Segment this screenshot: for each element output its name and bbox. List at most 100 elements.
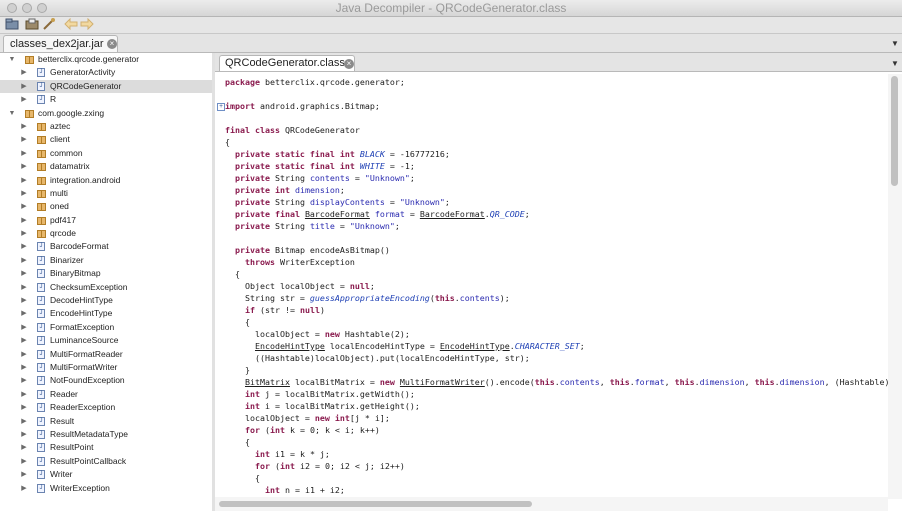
collapsed-arrow-icon[interactable]: ▶ (20, 361, 28, 374)
collapsed-arrow-icon[interactable]: ▶ (20, 66, 28, 79)
collapsed-arrow-icon[interactable]: ▶ (20, 254, 28, 267)
open-folder-icon[interactable] (25, 18, 39, 31)
collapsed-arrow-icon[interactable]: ▶ (20, 227, 28, 240)
collapsed-arrow-icon[interactable]: ▶ (20, 147, 28, 160)
collapsed-arrow-icon[interactable]: ▶ (20, 281, 28, 294)
collapsed-arrow-icon[interactable]: ▶ (20, 174, 28, 187)
tree-item[interactable]: ▶ J DecodeHintType (0, 294, 212, 307)
code-token: { (225, 317, 250, 327)
tree-item[interactable]: ▶ qrcode (0, 227, 212, 240)
tree-item[interactable]: ▶ J Reader (0, 388, 212, 401)
tree-item[interactable]: ▼ com.google.zxing (0, 107, 212, 120)
tree-item-label: MultiFormatWriter (50, 361, 118, 372)
tree-item[interactable]: ▶ J BinaryBitmap (0, 267, 212, 280)
collapsed-arrow-icon[interactable]: ▶ (20, 307, 28, 320)
collapsed-arrow-icon[interactable]: ▶ (20, 160, 28, 173)
tree-item[interactable]: ▶ pdf417 (0, 214, 212, 227)
tree-item[interactable]: ▶ J MultiFormatWriter (0, 361, 212, 374)
open-file-icon[interactable] (5, 18, 19, 31)
collapsed-arrow-icon[interactable]: ▶ (20, 482, 28, 495)
collapsed-arrow-icon[interactable]: ▶ (20, 388, 28, 401)
tree-item[interactable]: ▶ J FormatException (0, 321, 212, 334)
editor-tab[interactable]: QRCodeGenerator.class × (219, 55, 355, 71)
vertical-scrollbar[interactable] (888, 74, 902, 499)
tree-item[interactable]: ▶ J WriterException (0, 482, 212, 495)
collapsed-arrow-icon[interactable]: ▶ (20, 240, 28, 253)
horizontal-scroll-thumb[interactable] (219, 501, 532, 507)
code-token: private (235, 221, 270, 231)
code-token: Hashtable(2); (339, 329, 410, 339)
tree-item[interactable]: ▶ J Result (0, 415, 212, 428)
tree-item[interactable]: ▶ J EncodeHintType (0, 307, 212, 320)
code-token: { (225, 137, 230, 147)
collapsed-arrow-icon[interactable]: ▶ (20, 334, 28, 347)
collapsed-arrow-icon[interactable]: ▶ (20, 200, 28, 213)
collapsed-arrow-icon[interactable]: ▶ (20, 267, 28, 280)
chevron-down-icon[interactable]: ▼ (891, 39, 899, 48)
collapsed-arrow-icon[interactable]: ▶ (20, 468, 28, 481)
tree-item[interactable]: ▶ datamatrix (0, 160, 212, 173)
tree-item[interactable]: ▶ integration.android (0, 174, 212, 187)
tree-item[interactable]: ▶ J ChecksumException (0, 281, 212, 294)
collapsed-arrow-icon[interactable]: ▶ (20, 93, 28, 106)
close-icon[interactable]: × (344, 59, 354, 69)
collapsed-arrow-icon[interactable]: ▶ (20, 80, 28, 93)
tree-item[interactable]: ▶ J Binarizer (0, 254, 212, 267)
collapsed-arrow-icon[interactable]: ▶ (20, 120, 28, 133)
code-view[interactable]: package betterclix.qrcode.generator; + imp… (215, 74, 888, 496)
java-class-icon: J (37, 255, 45, 265)
java-class-icon: J (37, 68, 45, 78)
chevron-down-icon[interactable]: ▼ (891, 59, 899, 68)
tree-item[interactable]: ▶ J QRCodeGenerator (0, 79, 212, 94)
tree-item-label: aztec (50, 120, 71, 131)
tree-item[interactable]: ▶ J MultiFormatReader (0, 348, 212, 361)
code-token: format (634, 377, 665, 387)
tree-item[interactable]: ▶ J ResultPointCallback (0, 455, 212, 468)
code-token: String (269, 197, 310, 207)
tree-item[interactable]: ▶ J BarcodeFormat (0, 240, 212, 253)
tree-item[interactable]: ▶ oned (0, 200, 212, 213)
tree-item[interactable]: ▶ J ResultMetadataType (0, 428, 212, 441)
tree-item[interactable]: ▶ J ReaderException (0, 401, 212, 414)
expanded-arrow-icon[interactable]: ▼ (8, 107, 16, 120)
tree-item[interactable]: ▼ betterclix.qrcode.generator (0, 53, 212, 66)
collapsed-arrow-icon[interactable]: ▶ (20, 428, 28, 441)
collapsed-arrow-icon[interactable]: ▶ (20, 401, 28, 414)
vertical-scroll-thumb[interactable] (891, 76, 898, 186)
tree-item[interactable]: ▶ J LuminanceSource (0, 334, 212, 347)
horizontal-scrollbar[interactable] (215, 497, 888, 511)
tree-item[interactable]: ▶ aztec (0, 120, 212, 133)
code-token: ; (579, 341, 585, 351)
code-token: = (334, 221, 350, 231)
collapsed-arrow-icon[interactable]: ▶ (20, 133, 28, 146)
collapsed-arrow-icon[interactable]: ▶ (20, 374, 28, 387)
tree-item[interactable]: ▶ J GeneratorActivity (0, 66, 212, 79)
edit-icon[interactable] (42, 18, 56, 31)
file-tab[interactable]: classes_dex2jar.jar × (3, 35, 118, 52)
fold-expand-icon[interactable]: + (217, 103, 225, 111)
collapsed-arrow-icon[interactable]: ▶ (20, 455, 28, 468)
collapsed-arrow-icon[interactable]: ▶ (20, 214, 28, 227)
expanded-arrow-icon[interactable]: ▼ (8, 53, 16, 66)
code-token: new int (314, 413, 350, 423)
collapsed-arrow-icon[interactable]: ▶ (20, 415, 28, 428)
code-token: contents (309, 173, 350, 183)
tree-item[interactable]: ▶ J Writer (0, 468, 212, 481)
collapsed-arrow-icon[interactable]: ▶ (20, 348, 28, 361)
forward-arrow-icon[interactable] (80, 17, 94, 31)
collapsed-arrow-icon[interactable]: ▶ (20, 321, 28, 334)
tree-item[interactable]: ▶ common (0, 147, 212, 160)
tree-item[interactable]: ▶ multi (0, 187, 212, 200)
code-token: private static final int (235, 149, 355, 159)
package-tree[interactable]: ▼ betterclix.qrcode.generator ▶ J GeneratorA… (0, 53, 213, 511)
tree-item[interactable]: ▶ J NotFoundException (0, 374, 212, 387)
tree-item[interactable]: ▶ J ResultPoint (0, 441, 212, 454)
collapsed-arrow-icon[interactable]: ▶ (20, 441, 28, 454)
tree-item[interactable]: ▶ client (0, 133, 212, 146)
collapsed-arrow-icon[interactable]: ▶ (20, 294, 28, 307)
close-icon[interactable]: × (107, 39, 117, 49)
code-token: for (244, 425, 260, 435)
tree-item[interactable]: ▶ J R (0, 93, 212, 106)
collapsed-arrow-icon[interactable]: ▶ (20, 187, 28, 200)
back-arrow-icon[interactable] (64, 17, 78, 31)
